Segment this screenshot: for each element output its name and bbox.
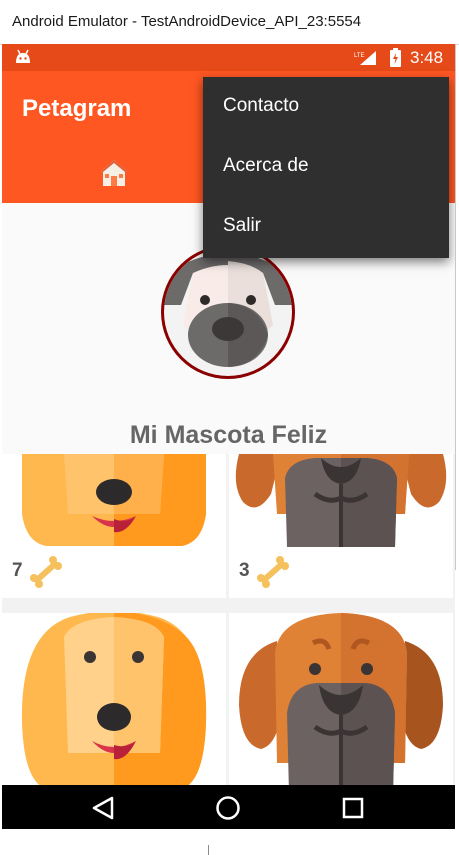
menu-item-acerca-de[interactable]: Acerca de (203, 137, 449, 197)
pet-card[interactable] (2, 613, 226, 785)
golden-retriever-image (22, 454, 206, 546)
window-bottom-strip (0, 829, 459, 855)
device-screen: LTE 3:48 Petagram Mi Mascota Feliz 7 3 C… (2, 44, 455, 829)
divider (208, 845, 209, 855)
emulator-window: Android Emulator - TestAndroidDevice_API… (0, 0, 459, 855)
network-type: LTE (354, 53, 365, 59)
bone-icon (30, 556, 62, 588)
home-button-icon[interactable] (211, 793, 245, 823)
overflow-menu: Contacto Acerca de Salir (203, 77, 449, 258)
like-count-value: 3 (239, 560, 250, 581)
home-icon[interactable] (98, 157, 130, 189)
signal-icon: LTE (354, 51, 376, 65)
window-titlebar: Android Emulator - TestAndroidDevice_API… (0, 0, 459, 45)
menu-item-contacto[interactable]: Contacto (203, 77, 449, 137)
menu-item-salir[interactable]: Salir (203, 197, 449, 257)
pet-card[interactable]: 7 (2, 454, 226, 598)
bone-icon (257, 556, 289, 588)
pet-name: Mi Mascota Feliz (129, 421, 328, 449)
battery-icon (390, 48, 401, 67)
recents-icon[interactable] (336, 793, 370, 823)
photo-grid[interactable]: 7 3 (2, 454, 455, 785)
pet-card[interactable]: 3 (229, 454, 453, 598)
navigation-bar (2, 785, 455, 829)
window-title: Android Emulator - TestAndroidDevice_API… (12, 13, 362, 30)
status-time: 3:48 (410, 48, 444, 67)
menu-item-label: Acerca de (223, 155, 309, 176)
status-bar: LTE 3:48 (2, 44, 455, 71)
back-icon[interactable] (86, 793, 120, 823)
boxer-image (239, 613, 443, 785)
boxer-image (235, 454, 447, 547)
like-count-value: 7 (12, 560, 23, 581)
android-icon (16, 49, 30, 63)
app-title: Petagram (22, 95, 132, 122)
window-edge (455, 44, 456, 570)
menu-item-label: Contacto (223, 95, 300, 116)
golden-retriever-image (21, 613, 207, 785)
menu-item-label: Salir (223, 215, 262, 236)
husky-avatar (161, 245, 295, 379)
pet-card[interactable] (229, 613, 453, 785)
